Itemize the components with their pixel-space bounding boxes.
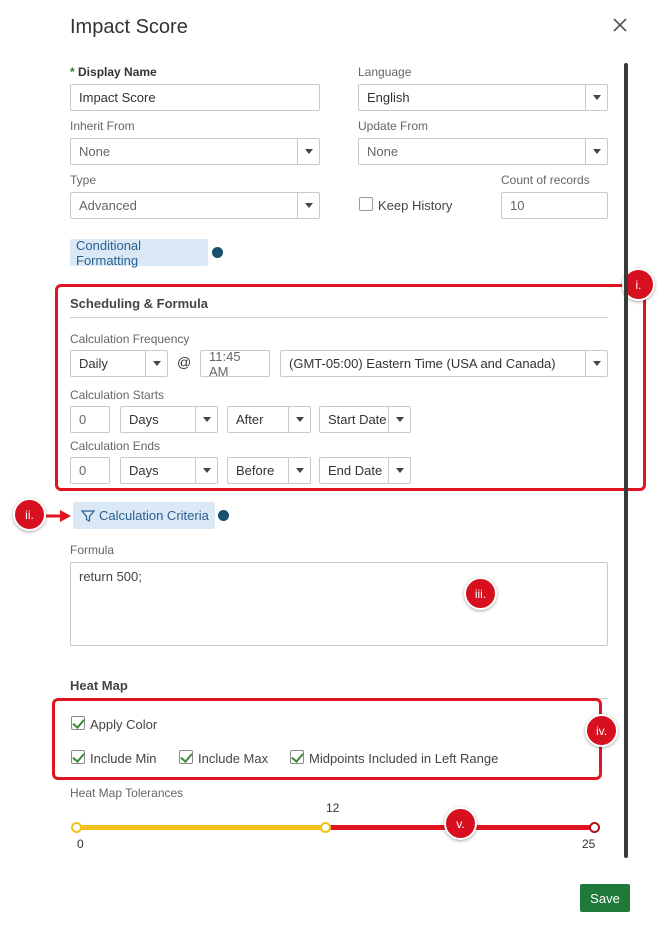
type-value: Advanced bbox=[79, 198, 137, 213]
annotation-box-heat-map bbox=[52, 698, 602, 780]
slider-min-value: 0 bbox=[77, 837, 84, 851]
chevron-down-icon bbox=[585, 85, 607, 110]
close-icon[interactable] bbox=[609, 14, 631, 36]
calculation-criteria-button[interactable]: Calculation Criteria bbox=[73, 502, 215, 529]
calc-ends-unit-value: Days bbox=[129, 463, 159, 478]
calc-frequency-value: Daily bbox=[79, 356, 108, 371]
calc-ends-label: Calculation Ends bbox=[70, 439, 161, 453]
save-button[interactable]: Save bbox=[580, 884, 630, 912]
display-name-label: * Display Name bbox=[70, 65, 157, 79]
slider-min-handle[interactable] bbox=[71, 822, 82, 833]
calc-starts-number[interactable]: 0 bbox=[70, 406, 110, 433]
calc-time-input[interactable]: 11:45 AM bbox=[200, 349, 270, 379]
keep-history-label: Keep History bbox=[378, 198, 453, 213]
chevron-down-icon bbox=[145, 351, 167, 376]
calc-ends-relation-select[interactable]: Before bbox=[227, 457, 311, 484]
calc-frequency-select[interactable]: Daily bbox=[70, 350, 168, 377]
heat-map-tolerances-label: Heat Map Tolerances bbox=[70, 786, 184, 800]
midpoints-checkbox[interactable] bbox=[290, 750, 304, 764]
annotation-badge-ii: ii. bbox=[13, 498, 46, 531]
annotation-arrow-icon bbox=[46, 510, 71, 522]
language-label: Language bbox=[358, 65, 412, 79]
chevron-down-icon bbox=[288, 407, 310, 432]
calc-starts-unit-select[interactable]: Days bbox=[120, 406, 218, 433]
chevron-down-icon bbox=[297, 139, 319, 164]
calc-ends-anchor-select[interactable]: End Date bbox=[319, 457, 411, 484]
display-name-input[interactable]: Impact Score bbox=[70, 84, 320, 111]
include-min-label: Include Min bbox=[90, 751, 157, 766]
heat-map-title: Heat Map bbox=[70, 678, 128, 693]
calc-starts-relation-value: After bbox=[236, 412, 264, 427]
chevron-down-icon bbox=[297, 193, 319, 218]
apply-color-label: Apply Color bbox=[90, 717, 158, 732]
update-from-select[interactable]: None bbox=[358, 138, 608, 165]
dialog-title: Impact Score bbox=[70, 16, 188, 38]
chevron-down-icon bbox=[195, 458, 217, 483]
language-select[interactable]: English bbox=[358, 84, 608, 111]
update-from-value: None bbox=[367, 144, 399, 159]
annotation-badge-iv: iv. bbox=[585, 714, 618, 747]
chevron-down-icon bbox=[195, 407, 217, 432]
calc-ends-anchor-value: End Date bbox=[328, 463, 383, 478]
chevron-down-icon bbox=[288, 458, 310, 483]
count-of-records-input[interactable]: 10 bbox=[501, 192, 608, 219]
type-label: Type bbox=[70, 173, 97, 187]
chevron-down-icon bbox=[388, 458, 410, 483]
calc-ends-relation-value: Before bbox=[236, 463, 275, 478]
include-min-checkbox[interactable] bbox=[71, 750, 85, 764]
filter-icon bbox=[81, 509, 95, 522]
required-mark: * bbox=[70, 65, 75, 79]
info-dot-icon bbox=[212, 247, 223, 258]
slider-max-handle[interactable] bbox=[589, 822, 600, 833]
chevron-down-icon bbox=[585, 139, 607, 164]
inherit-from-value: None bbox=[79, 144, 111, 159]
include-max-checkbox[interactable] bbox=[179, 750, 193, 764]
inherit-from-select[interactable]: None bbox=[70, 138, 320, 165]
type-select[interactable]: Advanced bbox=[70, 192, 320, 219]
count-of-records-label: Count of records bbox=[501, 173, 590, 187]
scheduling-section-title: Scheduling & Formula bbox=[70, 296, 208, 311]
slider-low-range bbox=[76, 825, 325, 830]
calc-starts-label: Calculation Starts bbox=[70, 388, 165, 402]
formula-label: Formula bbox=[70, 543, 115, 557]
calc-ends-number[interactable]: 0 bbox=[70, 457, 110, 484]
calc-starts-relation-select[interactable]: After bbox=[227, 406, 311, 433]
chevron-down-icon bbox=[585, 351, 607, 376]
apply-color-checkbox[interactable] bbox=[71, 716, 85, 730]
info-dot-icon bbox=[218, 510, 229, 521]
conditional-formatting-button[interactable]: Conditional Formatting bbox=[70, 238, 208, 268]
midpoints-label: Midpoints Included in Left Range bbox=[309, 751, 499, 766]
slider-max-value: 25 bbox=[582, 837, 596, 851]
formula-textarea[interactable]: return 500; bbox=[70, 562, 608, 646]
calc-frequency-label: Calculation Frequency bbox=[70, 332, 190, 346]
calculation-criteria-label: Calculation Criteria bbox=[99, 508, 209, 523]
at-symbol: @ bbox=[177, 354, 192, 370]
update-from-label: Update From bbox=[358, 119, 429, 133]
annotation-badge-iii: iii. bbox=[464, 577, 497, 610]
slider-mid-handle[interactable] bbox=[320, 822, 331, 833]
language-select-value: English bbox=[367, 90, 410, 105]
annotation-badge-v: v. bbox=[444, 807, 477, 840]
timezone-value: (GMT-05:00) Eastern Time (USA and Canada… bbox=[289, 356, 556, 371]
scrollbar[interactable] bbox=[624, 63, 628, 858]
slider-mid-value: 12 bbox=[326, 801, 340, 815]
calc-starts-anchor-value: Start Date bbox=[328, 412, 387, 427]
inherit-from-label: Inherit From bbox=[70, 119, 135, 133]
timezone-select[interactable]: (GMT-05:00) Eastern Time (USA and Canada… bbox=[280, 350, 608, 377]
section-divider bbox=[70, 317, 608, 318]
keep-history-checkbox[interactable] bbox=[359, 197, 373, 211]
include-max-label: Include Max bbox=[198, 751, 269, 766]
calc-starts-unit-value: Days bbox=[129, 412, 159, 427]
chevron-down-icon bbox=[388, 407, 410, 432]
calc-ends-unit-select[interactable]: Days bbox=[120, 457, 218, 484]
display-name-label-text: Display Name bbox=[78, 65, 157, 79]
calc-starts-anchor-select[interactable]: Start Date bbox=[319, 406, 411, 433]
